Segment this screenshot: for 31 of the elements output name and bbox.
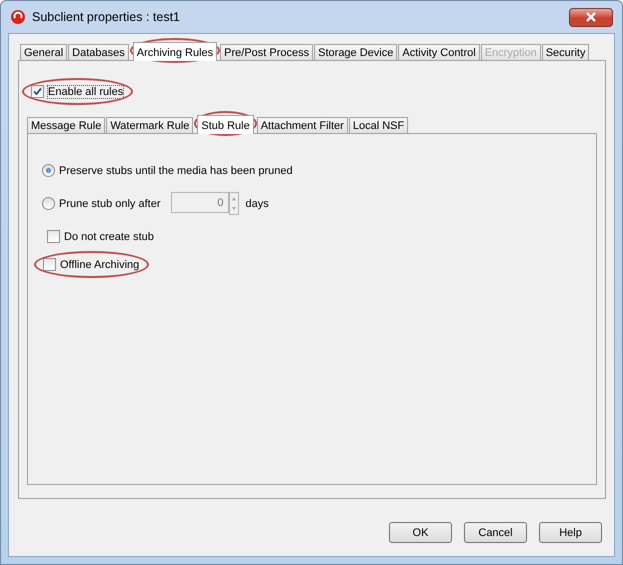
app-logo-icon xyxy=(10,9,26,25)
option-label: Do not create stub xyxy=(64,230,154,242)
tab[interactable]: Archiving Rules xyxy=(132,42,218,61)
days-field[interactable]: 0 xyxy=(170,192,229,213)
tab[interactable]: Message Rule xyxy=(27,117,106,133)
radio-button[interactable] xyxy=(42,164,55,177)
option-label: Offline Archiving xyxy=(60,258,140,270)
checkbox[interactable] xyxy=(43,258,56,271)
tab[interactable]: Storage Device xyxy=(314,44,398,60)
tab[interactable]: Watermark Rule xyxy=(106,117,194,133)
dialog-button[interactable]: OK xyxy=(389,522,452,543)
radio-button[interactable] xyxy=(42,197,55,210)
checkbox[interactable] xyxy=(31,85,44,98)
tab[interactable]: Security xyxy=(542,44,590,60)
close-button[interactable] xyxy=(569,8,613,26)
tab[interactable]: General xyxy=(20,44,68,60)
tab[interactable]: Local NSF xyxy=(348,117,408,133)
option-label: Preserve stubs until the media has been pruned xyxy=(59,164,293,176)
option-label: Prune stub only after xyxy=(59,198,161,210)
close-icon xyxy=(585,12,597,22)
window-title: Subclient properties : test1 xyxy=(32,10,181,24)
tab[interactable]: Attachment Filter xyxy=(256,117,348,133)
tab[interactable]: Databases xyxy=(68,44,129,60)
dialog-button[interactable]: Help xyxy=(539,522,602,543)
tab[interactable]: Stub Rule xyxy=(197,115,254,134)
dialog-button[interactable]: Cancel xyxy=(464,522,527,543)
tab[interactable]: Activity Control xyxy=(398,44,480,60)
checkbox-label: Enable all rules xyxy=(48,86,124,98)
tab[interactable]: Pre/Post Process xyxy=(220,44,314,60)
unit-label: days xyxy=(246,198,269,210)
checkbox[interactable] xyxy=(47,230,60,243)
